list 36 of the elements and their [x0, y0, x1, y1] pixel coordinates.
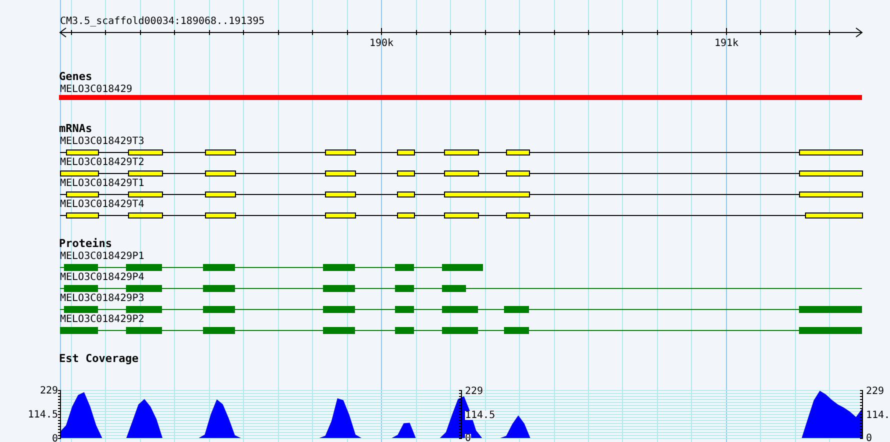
transcript-drawing[interactable]: [60, 170, 863, 176]
y-axis: [58, 390, 62, 439]
y-axis: [860, 390, 864, 439]
axis-tick-label: 229: [866, 386, 884, 397]
track-title: mRNAs: [59, 122, 92, 135]
axis-tick-label: 0: [52, 434, 58, 442]
axis-tick-label: 0: [866, 433, 872, 442]
transcript-drawing[interactable]: [60, 150, 863, 156]
protein-drawing[interactable]: [60, 285, 862, 292]
feature-label: MELO3C018429T1: [60, 178, 144, 189]
ruler-label: CM3.5_scaffold00034:189068..191395: [60, 16, 265, 27]
axis-tick-label: 229: [40, 386, 58, 396]
protein-drawing[interactable]: [60, 306, 862, 313]
axis-tick-label: 114.5: [465, 410, 496, 421]
track-title: Proteins: [59, 237, 112, 250]
protein-drawing[interactable]: [60, 264, 484, 271]
track-title: Genes: [59, 70, 92, 83]
axis-tick-label: 0: [465, 433, 472, 442]
tick-label: 191k: [714, 38, 739, 49]
transcript-drawing[interactable]: [60, 192, 863, 198]
y-axis: [458, 390, 462, 439]
feature-label: MELO3C018429P4: [60, 272, 144, 283]
feature-label: MELO3C018429T2: [60, 157, 144, 168]
protein-drawing[interactable]: [60, 327, 862, 334]
axis-tick-label: 114.5: [28, 410, 58, 420]
tick-label: 190k: [369, 38, 394, 49]
feature-label: MELO3C018429T3: [60, 136, 144, 147]
feature-label: MELO3C018429P1: [60, 251, 144, 262]
axis-tick-label: 114.: [866, 410, 890, 421]
feature-label: MELO3C018429P3: [60, 293, 144, 304]
feature-label: MELO3C018429T4: [60, 199, 144, 210]
track-title: Est Coverage: [59, 352, 138, 365]
transcript-drawing[interactable]: [60, 212, 863, 218]
axis-tick-label: 229: [465, 386, 484, 397]
feature-label: MELO3C018429: [60, 84, 132, 95]
feature-label: MELO3C018429P2: [60, 314, 144, 325]
